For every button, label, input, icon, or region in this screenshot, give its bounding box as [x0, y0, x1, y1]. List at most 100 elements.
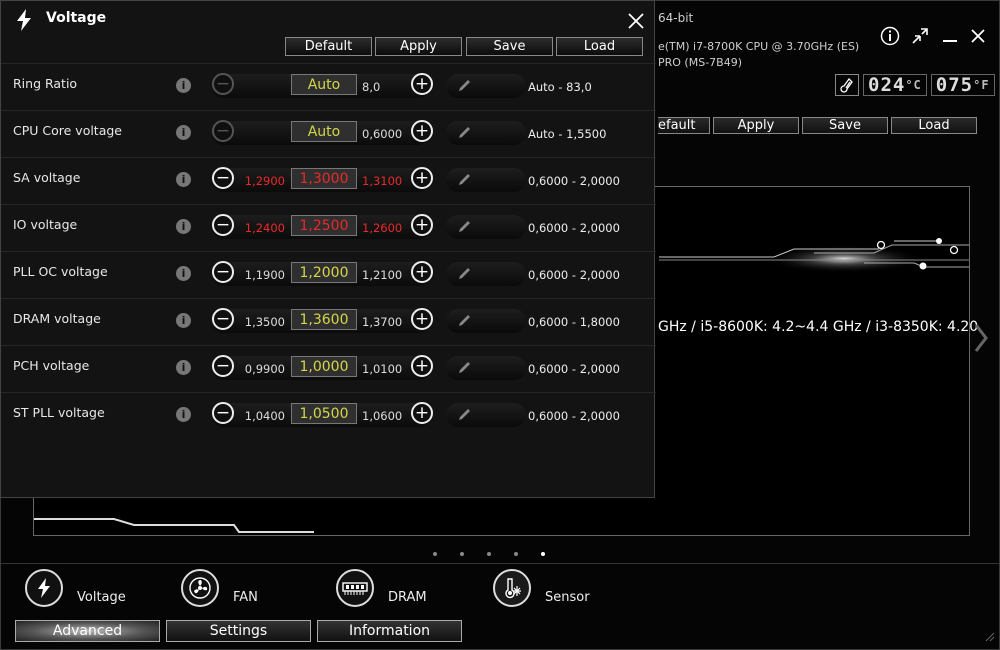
- decrease-button[interactable]: −: [212, 120, 234, 142]
- current-value-input[interactable]: 1,2500: [291, 215, 357, 236]
- lower-value: 1,0400: [244, 409, 285, 423]
- higher-value: 1,3100: [362, 174, 403, 188]
- dram-icon: [336, 569, 374, 607]
- manual-edit-field[interactable]: [446, 74, 526, 98]
- temp-celsius-unit: °C: [905, 78, 922, 92]
- increase-button[interactable]: +: [411, 73, 433, 95]
- minimize-icon[interactable]: [937, 23, 963, 49]
- info-icon[interactable]: i: [176, 125, 191, 140]
- voltage-row: CPU Core voltage i − Auto 0,6000 + Auto - 1,55…: [1, 110, 656, 158]
- info-icon[interactable]: i: [176, 219, 191, 234]
- current-value-input[interactable]: Auto: [291, 121, 357, 142]
- nav-sensor[interactable]: Sensor: [493, 569, 590, 607]
- info-icon[interactable]: i: [176, 360, 191, 375]
- manual-edit-field[interactable]: [446, 121, 526, 145]
- tab-advanced[interactable]: Advanced: [15, 620, 160, 642]
- manual-edit-field[interactable]: [446, 215, 526, 239]
- lightning-icon: [13, 8, 35, 36]
- dialog-close-icon[interactable]: [625, 10, 647, 36]
- increase-button[interactable]: +: [411, 167, 433, 189]
- decrease-button[interactable]: −: [212, 261, 234, 283]
- lightning-icon: [25, 569, 63, 607]
- bg-load-button[interactable]: Load: [891, 117, 977, 134]
- tab-information[interactable]: Information: [317, 620, 462, 642]
- decrease-button[interactable]: −: [212, 214, 234, 236]
- load-button[interactable]: Load: [556, 37, 643, 56]
- current-value-input[interactable]: 1,3600: [291, 309, 357, 330]
- temp-fahrenheit-value: 075: [935, 74, 974, 96]
- current-value-input[interactable]: 1,0500: [291, 403, 357, 424]
- temperature-display: 024 °C 075 °F: [835, 74, 995, 96]
- increase-button[interactable]: +: [411, 402, 433, 424]
- fan-icon: [181, 569, 219, 607]
- increase-button[interactable]: +: [411, 355, 433, 377]
- higher-value: 8,0: [362, 80, 381, 94]
- value-range: Auto - 83,0: [528, 80, 592, 94]
- info-icon[interactable]: i: [176, 407, 191, 422]
- close-icon[interactable]: [965, 23, 991, 49]
- bg-default-button[interactable]: efault: [658, 117, 710, 134]
- info-icon[interactable]: i: [176, 172, 191, 187]
- voltage-label: PCH voltage: [13, 358, 90, 373]
- decrease-button[interactable]: −: [212, 73, 234, 95]
- thermometer-icon: [835, 74, 859, 96]
- info-icon[interactable]: i: [176, 266, 191, 281]
- board-info: PRO (MS-7B49): [658, 56, 742, 69]
- cpu-info: e(TM) i7-8700K CPU @ 3.70GHz (ES): [658, 40, 860, 53]
- voltage-row: Ring Ratio i − Auto 8,0 + Auto - 83,0: [1, 63, 656, 111]
- increase-button[interactable]: +: [411, 308, 433, 330]
- decrease-button[interactable]: −: [212, 308, 234, 330]
- higher-value: 0,6000: [362, 127, 403, 141]
- manual-edit-field[interactable]: [446, 356, 526, 380]
- next-page-arrow-icon[interactable]: [974, 323, 988, 361]
- default-button[interactable]: Default: [285, 37, 372, 56]
- lower-value: 1,2400: [244, 221, 285, 235]
- info-icon[interactable]: [877, 23, 903, 49]
- page-dot-3[interactable]: [487, 552, 491, 556]
- decrease-button[interactable]: −: [212, 167, 234, 189]
- page-dot-5[interactable]: [541, 552, 545, 556]
- pencil-icon: [459, 362, 470, 373]
- pencil-icon: [459, 80, 470, 91]
- voltage-row: ST PLL voltage i −1,0400 1,0500 1,0600 +0,600…: [1, 392, 656, 440]
- voltage-row: SA voltage i −1,2900 1,3000 1,3100 +0,6000 - …: [1, 157, 656, 205]
- voltage-label: IO voltage: [13, 217, 78, 232]
- info-icon[interactable]: i: [176, 78, 191, 93]
- page-dot-1[interactable]: [433, 552, 437, 556]
- manual-edit-field[interactable]: [446, 309, 526, 333]
- apply-button[interactable]: Apply: [375, 37, 462, 56]
- cpu-model-text: GHz / i5-8600K: 4.2~4.4 GHz / i3-8350K: …: [658, 319, 979, 335]
- tab-settings[interactable]: Settings: [166, 620, 311, 642]
- current-value-input[interactable]: 1,3000: [291, 168, 357, 189]
- save-button[interactable]: Save: [466, 37, 553, 56]
- increase-button[interactable]: +: [411, 261, 433, 283]
- value-range: 0,6000 - 2,0000: [528, 174, 620, 188]
- nav-dram[interactable]: DRAM: [336, 569, 427, 607]
- page-dot-4[interactable]: [514, 552, 518, 556]
- current-value-input[interactable]: Auto: [291, 74, 357, 95]
- resize-grip-icon[interactable]: [983, 627, 995, 646]
- temp-celsius-value: 024: [868, 74, 906, 96]
- nav-voltage[interactable]: Voltage: [25, 569, 126, 607]
- higher-value: 1,3700: [362, 315, 403, 329]
- nav-fan[interactable]: FAN: [181, 569, 258, 607]
- dialog-title: Voltage: [46, 10, 107, 26]
- manual-edit-field[interactable]: [446, 403, 526, 427]
- current-value-input[interactable]: 1,2000: [291, 262, 357, 283]
- increase-button[interactable]: +: [411, 120, 433, 142]
- value-range: Auto - 1,5500: [528, 127, 607, 141]
- voltage-row: DRAM voltage i −1,3500 1,3600 1,3700 +0,6000 …: [1, 298, 656, 346]
- manual-edit-field[interactable]: [446, 262, 526, 286]
- bg-apply-button[interactable]: Apply: [713, 117, 799, 134]
- decrease-button[interactable]: −: [212, 402, 234, 424]
- pencil-icon: [459, 221, 470, 232]
- decrease-button[interactable]: −: [212, 355, 234, 377]
- bg-save-button[interactable]: Save: [802, 117, 888, 134]
- increase-button[interactable]: +: [411, 214, 433, 236]
- current-value-input[interactable]: 1,0000: [291, 356, 357, 377]
- info-icon[interactable]: i: [176, 313, 191, 328]
- page-dot-2[interactable]: [460, 552, 464, 556]
- lower-value: 1,1900: [244, 268, 285, 282]
- manual-edit-field[interactable]: [446, 168, 526, 192]
- mini-mode-icon[interactable]: [907, 23, 933, 49]
